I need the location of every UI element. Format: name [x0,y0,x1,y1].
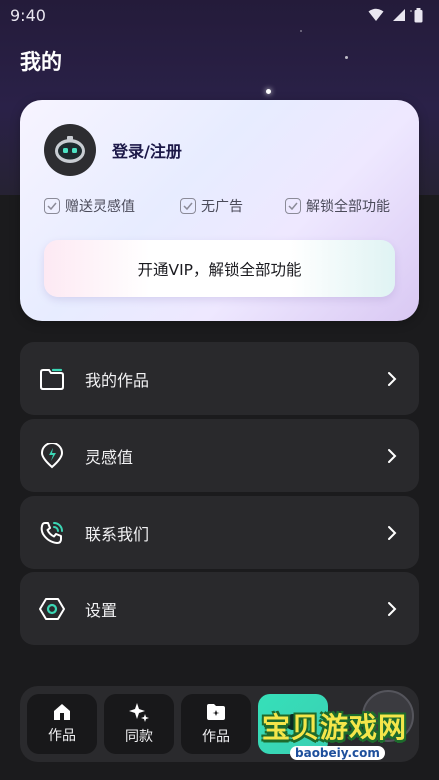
status-icons [368,7,423,23]
creation-icon [207,704,225,720]
menu-item-my-works[interactable]: 我的作品 [20,342,419,415]
avatar[interactable] [44,124,96,176]
status-bar: 9:40 [0,0,439,30]
settings-icon [38,595,66,623]
chevron-right-icon [385,447,399,465]
check-icon [44,198,60,214]
nav-tab-creations[interactable]: 作品 [181,694,251,754]
star-decoration [345,56,348,59]
perk-item: 无广告 [180,196,243,216]
battery-icon [414,7,423,22]
inspiration-points-icon [38,442,66,470]
home-icon [54,704,70,720]
profile-tab-avatar[interactable] [362,690,414,742]
active-tab-icon [285,714,301,730]
menu-label: 我的作品 [85,370,150,390]
perk-item: 赠送灵感值 [44,196,135,216]
chevron-right-icon [385,524,399,542]
folder-icon [38,365,66,393]
menu-item-inspiration-points[interactable]: 灵感值 [20,419,419,492]
wifi-icon [368,8,384,21]
nav-label: 作品 [48,728,76,744]
perk-item: 解锁全部功能 [285,196,390,216]
phone-icon [38,519,66,547]
nav-tab-same-style[interactable]: 同款 [104,694,174,754]
chevron-right-icon [385,600,399,618]
page-title: 我的 [20,50,62,74]
check-icon [285,198,301,214]
menu-item-settings[interactable]: 设置 [20,572,419,645]
bottom-nav: 作品 同款 作品 [20,686,419,762]
status-time: 9:40 [10,5,46,25]
perk-label: 解锁全部功能 [306,199,390,215]
login-register-link[interactable]: 登录/注册 [112,138,182,162]
open-vip-button[interactable]: 开通VIP，解锁全部功能 [44,240,395,297]
menu-label: 设置 [85,600,118,620]
nav-label: 作品 [202,729,230,745]
sparkle-icon [129,703,149,722]
check-icon [180,198,196,214]
star-decoration [266,89,271,94]
chevron-right-icon [385,370,399,388]
perk-label: 赠送灵感值 [65,199,135,215]
nav-tab-active[interactable] [258,694,328,754]
perk-label: 无广告 [201,199,243,215]
menu-item-contact-us[interactable]: 联系我们 [20,496,419,569]
nav-tab-works[interactable]: 作品 [27,694,97,754]
nav-label: 同款 [125,729,153,745]
vip-card: 登录/注册 赠送灵感值 无广告 解锁全部功能 开通VIP，解锁全部功能 [20,100,419,321]
robot-avatar-icon [55,136,85,163]
star-decoration [300,30,302,32]
menu-label: 联系我们 [85,524,150,544]
signal-icon [393,9,405,21]
menu-label: 灵感值 [85,447,134,467]
